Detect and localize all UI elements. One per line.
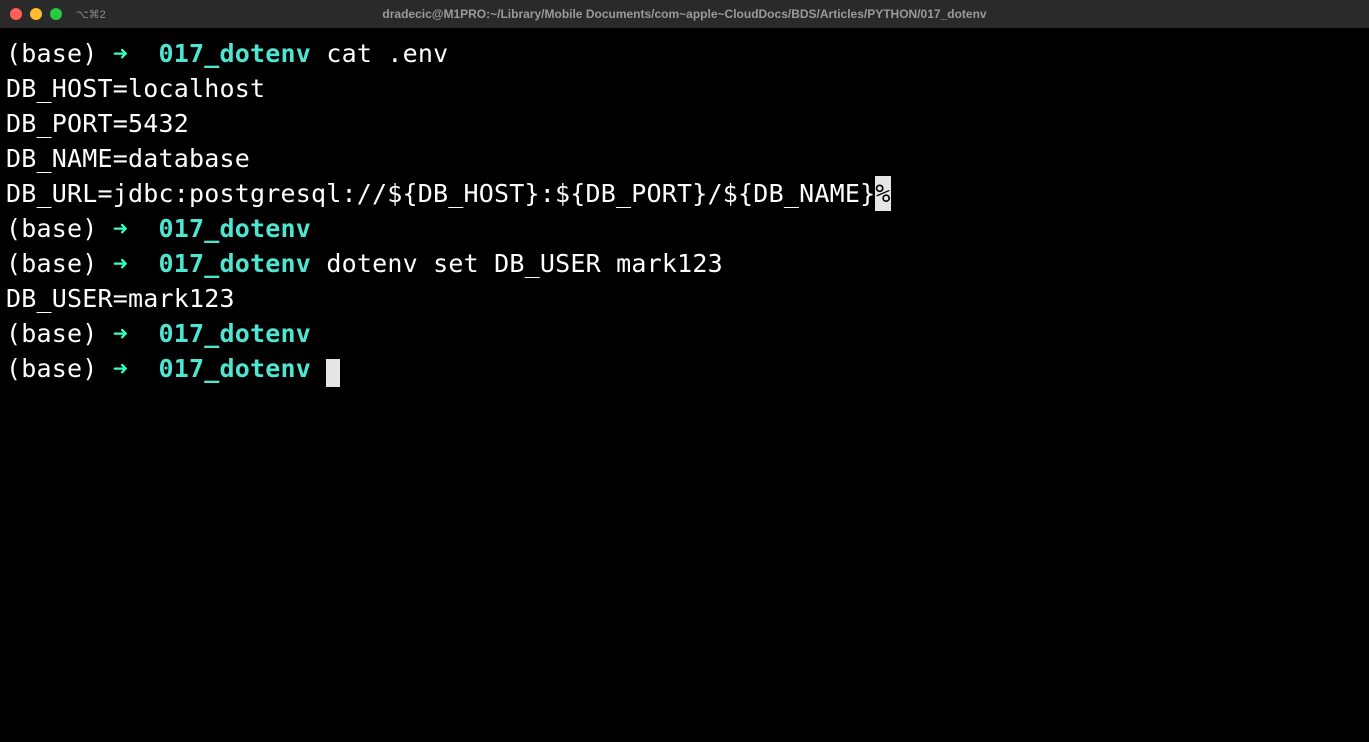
terminal-prompt-line: (base) ➜ 017_dotenv dotenv set DB_USER m… (6, 246, 1363, 281)
prompt-arrow-icon: ➜ (113, 319, 159, 348)
window-controls (10, 8, 62, 20)
prompt-env: (base) (6, 354, 113, 383)
prompt-arrow-icon: ➜ (113, 214, 159, 243)
output-line: DB_PORT=5432 (6, 106, 1363, 141)
prompt-directory: 017_dotenv (159, 39, 312, 68)
maximize-icon[interactable] (50, 8, 62, 20)
output-line: DB_USER=mark123 (6, 281, 1363, 316)
prompt-arrow-icon: ➜ (113, 249, 159, 278)
prompt-arrow-icon: ➜ (113, 354, 159, 383)
command-text: dotenv set DB_USER mark123 (326, 249, 723, 278)
tab-indicator: ⌥⌘2 (76, 8, 106, 21)
terminal-output-area[interactable]: (base) ➜ 017_dotenv cat .envDB_HOST=loca… (0, 28, 1369, 394)
minimize-icon[interactable] (30, 8, 42, 20)
prompt-env: (base) (6, 319, 113, 348)
command-text: cat .env (326, 39, 448, 68)
close-icon[interactable] (10, 8, 22, 20)
cursor-icon (326, 359, 340, 387)
prompt-directory: 017_dotenv (159, 319, 312, 348)
window-title: dradecic@M1PRO:~/Library/Mobile Document… (382, 7, 986, 21)
terminal-prompt-line: (base) ➜ 017_dotenv cat .env (6, 36, 1363, 71)
eof-marker-icon: % (875, 176, 890, 211)
prompt-env: (base) (6, 214, 113, 243)
prompt-directory: 017_dotenv (159, 354, 312, 383)
prompt-env: (base) (6, 249, 113, 278)
terminal-prompt-line: (base) ➜ 017_dotenv (6, 351, 1363, 386)
output-line: DB_HOST=localhost (6, 71, 1363, 106)
prompt-arrow-icon: ➜ (113, 39, 159, 68)
output-text: DB_URL=jdbc:postgresql://${DB_HOST}:${DB… (6, 179, 875, 208)
prompt-env: (base) (6, 39, 113, 68)
prompt-directory: 017_dotenv (159, 214, 312, 243)
prompt-directory: 017_dotenv (159, 249, 312, 278)
terminal-prompt-line: (base) ➜ 017_dotenv (6, 211, 1363, 246)
output-line: DB_NAME=database (6, 141, 1363, 176)
window-titlebar: ⌥⌘2 dradecic@M1PRO:~/Library/Mobile Docu… (0, 0, 1369, 28)
output-line: DB_URL=jdbc:postgresql://${DB_HOST}:${DB… (6, 176, 1363, 211)
terminal-prompt-line: (base) ➜ 017_dotenv (6, 316, 1363, 351)
